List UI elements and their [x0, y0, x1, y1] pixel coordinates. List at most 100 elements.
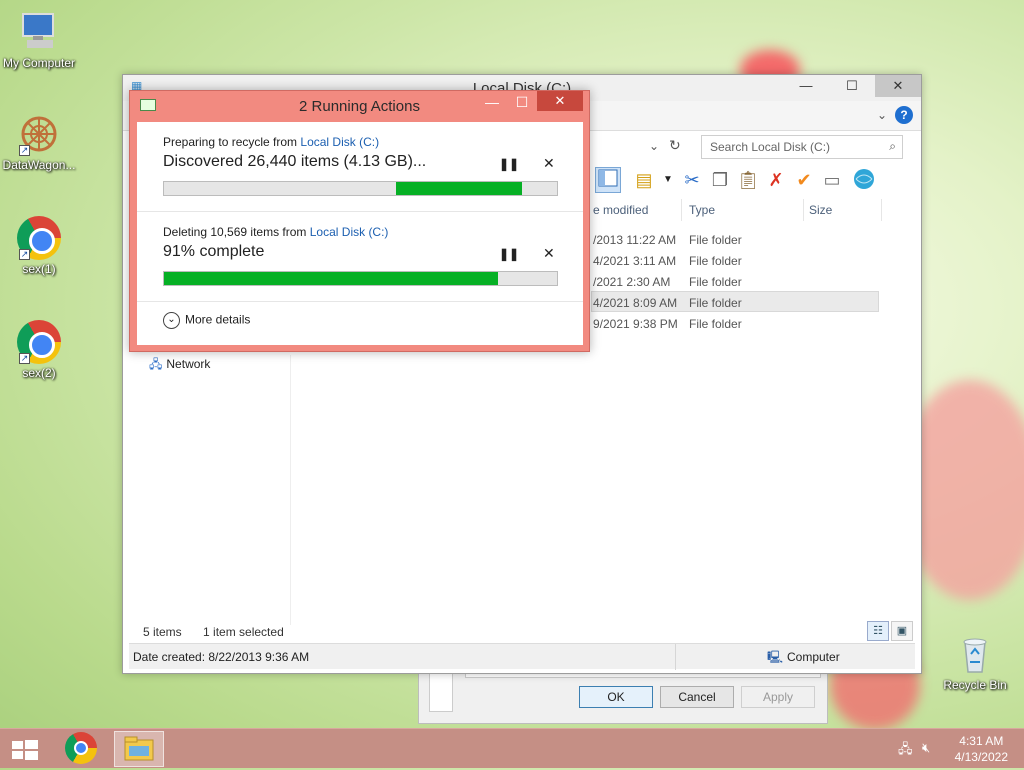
file-modified: /2013 11:22 AM — [593, 233, 677, 247]
progress-fill — [164, 272, 499, 285]
preview-pane-icon[interactable] — [595, 167, 621, 193]
operation-status: 91% complete — [163, 243, 265, 260]
network-tray-icon[interactable]: 🖧︎ — [898, 740, 913, 762]
details-bar: Date created: 8/22/2013 9:36 AM 🖳︎ Compu… — [129, 643, 915, 670]
file-row-selected[interactable]: 4/2021 8:09 AM File folder — [591, 291, 879, 312]
file-modified: 4/2021 3:11 AM — [593, 254, 677, 268]
running-actions-panel: Preparing to recycle from Local Disk (C:… — [137, 122, 583, 345]
nav-item-network[interactable]: 🖧︎ Network — [149, 355, 210, 376]
cancel-button[interactable]: Cancel — [660, 686, 734, 708]
more-details-label: More details — [185, 312, 251, 327]
shortcut-arrow-icon: ↗ — [19, 249, 30, 260]
status-items-count: 5 items — [143, 625, 182, 639]
apply-button[interactable]: Apply — [741, 686, 815, 708]
maximize-button[interactable]: ☐ — [507, 91, 537, 113]
search-placeholder: Search Local Disk (C:) — [710, 140, 831, 154]
file-type: File folder — [689, 317, 742, 331]
paste-icon[interactable]: 📋︎ — [735, 167, 761, 193]
help-icon[interactable]: ? — [895, 106, 913, 124]
volume-muted-icon[interactable]: 🔇︎ — [922, 740, 930, 756]
desktop-icon-label: sex(2) — [22, 366, 56, 380]
navigation-pane: 🖧︎ Network — [123, 355, 291, 625]
details-location: Computer — [787, 650, 840, 664]
copy-icon[interactable]: ❐ — [707, 167, 733, 193]
start-button[interactable] — [0, 731, 50, 767]
chrome-icon: ↗ — [17, 320, 61, 364]
column-size[interactable]: Size — [809, 203, 832, 217]
more-details-button[interactable]: ⌄ More details — [163, 312, 250, 329]
file-row[interactable]: /2013 11:22 AM File folder — [591, 229, 881, 250]
desktop-icon-label: DataWagon... — [2, 158, 76, 172]
column-date-modified[interactable]: e modified — [593, 203, 648, 217]
recycle-bin-icon — [953, 632, 997, 676]
taskbar-chrome[interactable] — [56, 731, 106, 767]
progress-fill — [395, 182, 522, 195]
running-actions-dialog: 2 Running Actions — ☐ ✕ Preparing to rec… — [129, 90, 590, 352]
desktop-icon-label: Recycle Bin — [943, 678, 1007, 692]
clock-date: 4/13/2022 — [954, 750, 1008, 764]
windows-logo-icon — [12, 740, 38, 760]
address-dropdown-icon[interactable]: ⌄ — [649, 139, 659, 153]
file-type: File folder — [689, 275, 742, 289]
clock[interactable]: 4:31 AM 4/13/2022 — [955, 733, 1008, 765]
details-view-button[interactable]: ☷ — [867, 621, 889, 641]
close-button[interactable]: ✕ — [537, 91, 583, 111]
computer-small-icon: 🖳︎ — [767, 650, 784, 664]
desktop-icon-sex2[interactable]: ↗ sex(2) — [0, 320, 78, 380]
shortcut-arrow-icon: ↗ — [19, 353, 30, 364]
maximize-button[interactable]: ☐ — [829, 75, 875, 97]
file-row[interactable]: /2021 2:30 AM File folder — [591, 271, 881, 292]
file-modified: 9/2021 9:38 PM — [593, 317, 678, 331]
cancel-operation-button[interactable]: ✕ — [543, 155, 555, 172]
dialog-frame — [429, 672, 453, 712]
desktop-icon-sex1[interactable]: ↗ sex(1) — [0, 216, 78, 276]
ribbon-expand-icon[interactable]: ⌄ — [877, 108, 887, 122]
file-modified: 4/2021 8:09 AM — [593, 296, 678, 310]
shortcut-arrow-icon: ↗ — [19, 145, 30, 156]
file-row[interactable]: 4/2021 3:11 AM File folder — [591, 250, 881, 271]
desktop-icon-recycle-bin[interactable]: Recycle Bin — [936, 632, 1014, 692]
rename-icon[interactable]: ▭ — [819, 167, 845, 193]
file-row[interactable]: 9/2021 9:38 PM File folder — [591, 313, 881, 334]
cancel-operation-button[interactable]: ✕ — [543, 245, 555, 262]
operation-prefix: Deleting 10,569 items from — [163, 225, 310, 239]
progress-bar — [163, 271, 558, 286]
search-icon: ⌕ — [889, 139, 896, 153]
source-link[interactable]: Local Disk (C:) — [300, 135, 379, 149]
details-date-created: Date created: 8/22/2013 9:36 AM — [133, 650, 310, 664]
search-input[interactable]: Search Local Disk (C:) ⌕ — [701, 135, 903, 159]
desktop-icon-label: sex(1) — [22, 262, 56, 276]
operation-status: Discovered 26,440 items (4.13 GB)... — [163, 153, 427, 170]
refresh-icon[interactable]: ↻ — [669, 137, 681, 154]
desktop-icon-datawagon[interactable]: ↗ DataWagon... — [0, 112, 78, 172]
folder-options-icon[interactable]: ▤ — [631, 167, 657, 193]
computer-icon — [17, 10, 61, 54]
minimize-button[interactable]: — — [477, 91, 507, 113]
datawagon-icon: ↗ — [17, 112, 61, 156]
ok-button[interactable]: OK — [579, 686, 653, 708]
operation-description: Preparing to recycle from Local Disk (C:… — [163, 135, 379, 149]
taskbar-file-explorer[interactable] — [114, 731, 164, 767]
folder-options-dropdown-icon[interactable]: ▼ — [655, 167, 681, 193]
delete-icon[interactable]: ✗ — [763, 167, 789, 193]
properties-dialog: OK Cancel Apply — [418, 672, 828, 724]
desktop-icon-my-computer[interactable]: My Computer — [0, 10, 78, 70]
progress-bar — [163, 181, 558, 196]
close-button[interactable]: ✕ — [875, 75, 921, 97]
file-type: File folder — [689, 296, 742, 310]
pause-button[interactable]: ❚❚ — [499, 247, 519, 261]
properties-icon[interactable]: ✔ — [791, 167, 817, 193]
chrome-icon — [65, 732, 97, 764]
pause-button[interactable]: ❚❚ — [499, 157, 519, 171]
folder-icon — [124, 736, 154, 761]
large-icons-view-button[interactable]: ▣ — [891, 621, 913, 641]
minimize-button[interactable]: — — [783, 75, 829, 97]
desktop-icon-label: My Computer — [2, 56, 76, 70]
clock-time: 4:31 AM — [959, 734, 1004, 748]
network-icon: 🖧︎ — [149, 357, 163, 371]
globe-icon[interactable] — [851, 167, 877, 193]
column-type[interactable]: Type — [689, 203, 715, 217]
cut-icon[interactable]: ✂ — [679, 167, 705, 193]
source-link[interactable]: Local Disk (C:) — [310, 225, 389, 239]
chrome-icon: ↗ — [17, 216, 61, 260]
